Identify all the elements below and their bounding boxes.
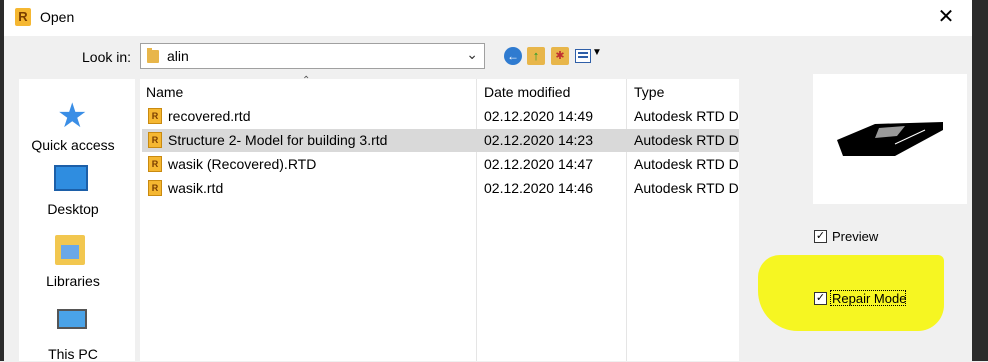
rtd-file-icon: R [148, 132, 162, 148]
repair-mode-checkbox[interactable]: ✓ [814, 292, 827, 305]
rtd-file-icon: R [148, 180, 162, 196]
place-quick-access[interactable]: ★ Quick access [19, 89, 127, 159]
place-label: Libraries [46, 273, 100, 289]
file-name: Structure 2- Model for building 3.rtd [168, 132, 388, 148]
column-header-row: ⌃ Name Date modified Type [140, 75, 739, 104]
rtd-file-icon: R [148, 156, 162, 172]
look-in-value: alin [167, 48, 189, 64]
file-type: Autodesk RTD D [634, 156, 739, 172]
folder-icon [147, 48, 159, 63]
chevron-down-icon[interactable]: ⌄ [466, 46, 478, 63]
window-title: Open [40, 9, 75, 25]
view-menu-icon[interactable] [575, 49, 591, 63]
star-icon: ★ [57, 97, 88, 135]
file-row-selected[interactable]: R Structure 2- Model for building 3.rtd … [142, 129, 739, 152]
file-type: Autodesk RTD D [634, 108, 739, 124]
model-preview-image [837, 122, 943, 156]
window-left-border [0, 0, 4, 361]
file-date: 02.12.2020 14:46 [484, 180, 593, 196]
file-row[interactable]: R wasik (Recovered).RTD 02.12.2020 14:47… [142, 153, 739, 176]
file-list[interactable]: ⌃ Name Date modified Type R recovered.rt… [140, 75, 739, 361]
preview-label[interactable]: Preview [832, 229, 878, 244]
place-this-pc[interactable]: This PC [19, 309, 127, 362]
background-edge [972, 0, 988, 361]
file-row[interactable]: R wasik.rtd 02.12.2020 14:46 Autodesk RT… [142, 177, 739, 200]
up-folder-icon[interactable]: ↑ [527, 47, 545, 65]
rtd-file-icon: R [148, 108, 162, 124]
file-name: wasik (Recovered).RTD [168, 156, 317, 172]
repair-mode-label[interactable]: Repair Mode [832, 291, 906, 306]
column-header-date[interactable]: Date modified [484, 84, 570, 100]
close-icon[interactable]: ✕ [932, 4, 960, 30]
place-label: This PC [48, 346, 98, 362]
libraries-icon [55, 235, 85, 265]
place-label: Desktop [47, 201, 99, 217]
view-dropdown-arrow-icon[interactable]: ▼ [592, 47, 602, 58]
place-desktop[interactable]: Desktop [19, 165, 127, 225]
file-type: Autodesk RTD D [634, 180, 739, 196]
place-libraries[interactable]: Libraries [19, 235, 127, 295]
column-header-name[interactable]: Name [146, 84, 183, 100]
file-name: wasik.rtd [168, 180, 224, 196]
file-date: 02.12.2020 14:23 [484, 132, 593, 148]
file-date: 02.12.2020 14:47 [484, 156, 593, 172]
look-in-dropdown[interactable]: alin ⌄ [140, 43, 485, 69]
file-type: Autodesk RTD D [634, 132, 739, 148]
sort-ascending-icon: ⌃ [302, 75, 311, 86]
file-row[interactable]: R recovered.rtd 02.12.2020 14:49 Autodes… [142, 105, 739, 128]
back-icon[interactable]: ← [504, 47, 522, 65]
new-folder-icon[interactable]: ✱ [551, 47, 569, 65]
computer-icon [57, 309, 87, 329]
preview-checkbox[interactable]: ✓ [814, 230, 827, 243]
preview-pane [813, 74, 967, 204]
column-header-type[interactable]: Type [634, 84, 664, 100]
look-in-label: Look in: [82, 49, 132, 65]
desktop-icon [54, 165, 88, 191]
title-bar: R Open ✕ [4, 0, 972, 36]
places-bar: ★ Quick access Desktop Libraries This PC [19, 79, 135, 362]
file-name: recovered.rtd [168, 108, 251, 124]
revit-app-icon: R [15, 8, 31, 26]
file-date: 02.12.2020 14:49 [484, 108, 593, 124]
place-label: Quick access [31, 137, 115, 153]
